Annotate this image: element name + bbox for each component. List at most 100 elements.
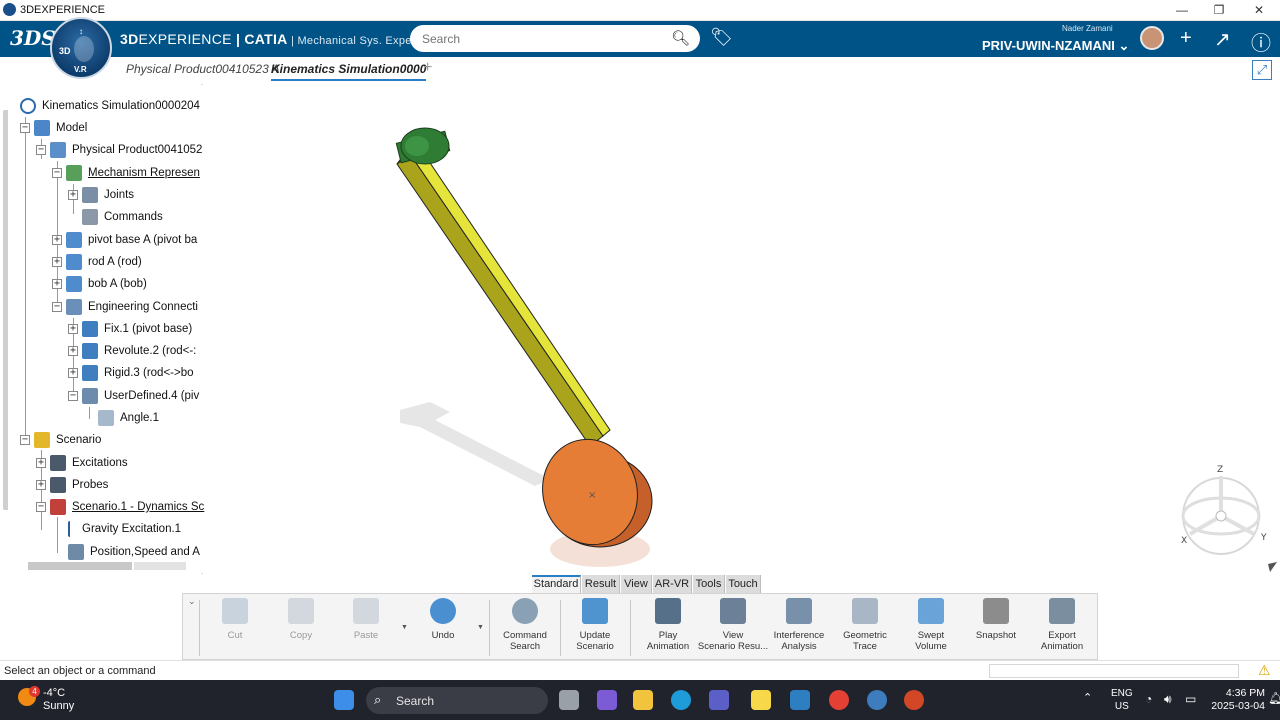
snapshot-button[interactable]: Snapshot: [960, 598, 1032, 641]
power-input-field[interactable]: [989, 664, 1239, 678]
tenant-selector[interactable]: PRIV-UWIN-NZAMANI ⌄: [982, 38, 1129, 54]
export-animation-button[interactable]: Export Animation: [1026, 598, 1098, 652]
sticky-notes-icon[interactable]: [751, 690, 771, 710]
command-search-button[interactable]: Command Search: [489, 598, 561, 652]
tab-touch[interactable]: Touch: [726, 575, 761, 593]
rod-top[interactable]: [409, 147, 611, 437]
3d-viewport[interactable]: × Z X Y: [205, 84, 1280, 576]
taskbar-search[interactable]: ⌕ Search: [366, 687, 548, 714]
add-tab-icon[interactable]: +: [423, 59, 432, 77]
collapse-icon[interactable]: −: [20, 435, 30, 445]
tab-physical-product[interactable]: Physical Product00410523 A: [126, 62, 280, 76]
copilot-icon[interactable]: [597, 690, 617, 710]
tree-node-probes[interactable]: + Probes: [36, 475, 108, 495]
tree-node-scenario-1[interactable]: − Scenario.1 - Dynamics Sc: [36, 497, 204, 517]
expand-icon[interactable]: +: [68, 368, 78, 378]
tree-node-fix[interactable]: + Fix.1 (pivot base): [68, 319, 192, 339]
battery-icon[interactable]: ▭: [1185, 692, 1196, 706]
chrome-icon[interactable]: [829, 690, 849, 710]
minimize-button[interactable]: —: [1162, 0, 1202, 21]
start-icon[interactable]: [334, 690, 354, 710]
tree-node-mechanism[interactable]: − Mechanism Represen: [52, 163, 200, 183]
file-explorer-icon[interactable]: [633, 690, 653, 710]
expand-icon[interactable]: +: [68, 324, 78, 334]
play-animation-button[interactable]: Play Animation: [632, 598, 704, 652]
undo-button[interactable]: Undo: [407, 598, 479, 641]
expand-icon[interactable]: +: [36, 480, 46, 490]
clock[interactable]: 4:36 PM 2025-03-04: [1205, 687, 1265, 713]
tree-node-revolute[interactable]: + Revolute.2 (rod<-:: [68, 341, 196, 361]
tab-standard[interactable]: Standard: [532, 575, 581, 593]
powerpoint-icon[interactable]: [904, 690, 924, 710]
fullscreen-icon[interactable]: ⤢: [1252, 60, 1272, 80]
tree-node-excitations[interactable]: + Excitations: [36, 453, 128, 473]
tree-node-scenario[interactable]: − Scenario: [20, 430, 101, 450]
expand-icon[interactable]: +: [52, 235, 62, 245]
notifications-icon[interactable]: 🔔︎: [1268, 691, 1280, 705]
interference-analysis-button[interactable]: Interference Analysis: [763, 598, 835, 652]
update-scenario-button[interactable]: Update Scenario: [559, 598, 631, 652]
collapse-icon[interactable]: −: [52, 302, 62, 312]
collapse-icon[interactable]: −: [20, 123, 30, 133]
share-icon[interactable]: ↗: [1214, 27, 1231, 52]
tree-node-pivot-base[interactable]: + pivot base A (pivot ba: [52, 230, 197, 250]
swept-volume-button[interactable]: Swept Volume: [895, 598, 967, 652]
axis-compass[interactable]: Z X Y: [1181, 465, 1267, 555]
close-button[interactable]: ✕: [1239, 0, 1279, 21]
compass-widget[interactable]: ↕ 3D V.R: [50, 17, 112, 79]
search-input[interactable]: [422, 30, 662, 48]
tree-root[interactable]: Kinematics Simulation0000204: [20, 96, 200, 116]
avatar[interactable]: [1140, 26, 1164, 50]
tag-icon[interactable]: 🏷︎: [710, 27, 733, 48]
tree-node-userdefined[interactable]: − UserDefined.4 (piv: [68, 386, 199, 406]
tree-node-bob[interactable]: + bob A (bob): [52, 274, 147, 294]
ds-logo[interactable]: 3DS: [10, 26, 56, 50]
chevron-down-icon[interactable]: ⌄: [188, 596, 196, 607]
expand-icon[interactable]: +: [68, 190, 78, 200]
tab-view[interactable]: View: [621, 575, 652, 593]
tree-node-rod[interactable]: + rod A (rod): [52, 252, 142, 272]
rod-side[interactable]: [397, 154, 603, 446]
tree-node-rigid[interactable]: + Rigid.3 (rod<->bo: [68, 363, 194, 383]
collapse-icon[interactable]: −: [68, 391, 78, 401]
restore-button[interactable]: ❐: [1199, 0, 1239, 21]
tab-result[interactable]: Result: [582, 575, 620, 593]
play-icon[interactable]: [74, 36, 94, 62]
language-indicator[interactable]: ENG US: [1111, 687, 1133, 713]
tree-node-commands[interactable]: Commands: [82, 207, 163, 227]
3dexperience-taskbar-icon[interactable]: [867, 690, 887, 710]
volume-icon[interactable]: 🔊︎: [1164, 692, 1172, 707]
tree-node-model[interactable]: − Model: [20, 118, 87, 138]
tree-node-joints[interactable]: + Joints: [68, 185, 134, 205]
collapse-icon[interactable]: −: [36, 145, 46, 155]
geometric-trace-button[interactable]: Geometric Trace: [829, 598, 901, 652]
expand-icon[interactable]: +: [68, 346, 78, 356]
temperature[interactable]: -4°C: [43, 687, 65, 699]
collapse-icon[interactable]: −: [52, 168, 62, 178]
expand-icon[interactable]: +: [52, 257, 62, 267]
help-icon[interactable]: ⓘ: [1251, 27, 1271, 56]
wifi-icon[interactable]: ◔: [1145, 692, 1152, 706]
search-icon[interactable]: 🔍︎: [671, 29, 690, 47]
edge-icon[interactable]: [671, 690, 691, 710]
tree-node-gravity[interactable]: Gravity Excitation.1: [68, 519, 181, 539]
cut-button[interactable]: Cut: [199, 598, 271, 641]
undo-dropdown-icon[interactable]: ▼: [477, 624, 484, 631]
tree-node-engineering-connections[interactable]: − Engineering Connecti: [52, 297, 198, 317]
teams-icon[interactable]: [709, 690, 729, 710]
tree-horizontal-scrollbar[interactable]: [28, 562, 132, 570]
paste-button[interactable]: Paste: [330, 598, 402, 641]
expand-icon[interactable]: +: [36, 458, 46, 468]
copy-button[interactable]: Copy: [265, 598, 337, 641]
tab-ar-vr[interactable]: AR-VR: [653, 575, 692, 593]
tab-tools[interactable]: Tools: [693, 575, 725, 593]
add-icon[interactable]: +: [1180, 27, 1192, 50]
warning-icon[interactable]: ⚠: [1258, 662, 1271, 679]
tree-horizontal-track[interactable]: [134, 562, 186, 570]
search-bar[interactable]: 🔍︎: [410, 25, 700, 52]
view-scenario-results-button[interactable]: View Scenario Resu...: [697, 598, 769, 652]
expand-icon[interactable]: +: [52, 279, 62, 289]
tree-node-physical-product[interactable]: − Physical Product0041052: [36, 140, 202, 160]
tree-node-position-speed[interactable]: Position,Speed and A: [68, 542, 200, 562]
collapse-icon[interactable]: −: [36, 502, 46, 512]
